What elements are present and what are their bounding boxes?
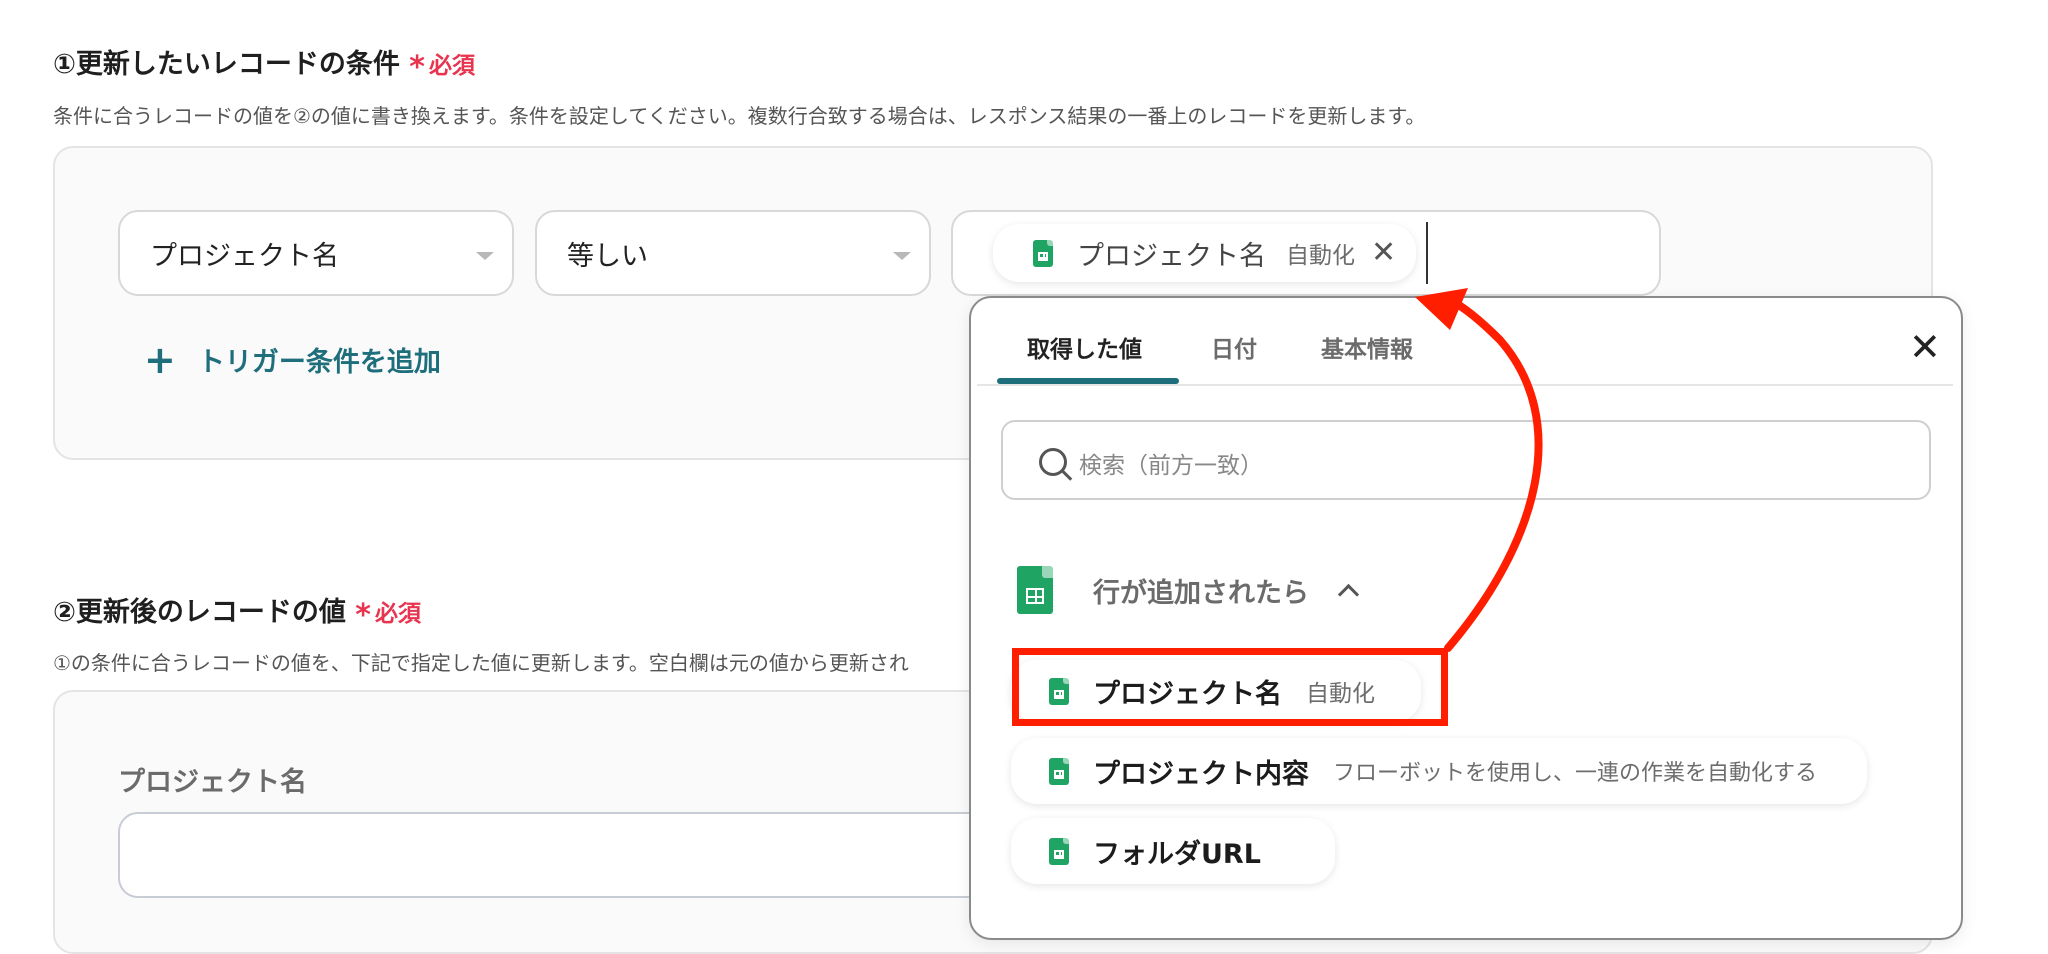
annotation-arrow [1415, 288, 1543, 652]
